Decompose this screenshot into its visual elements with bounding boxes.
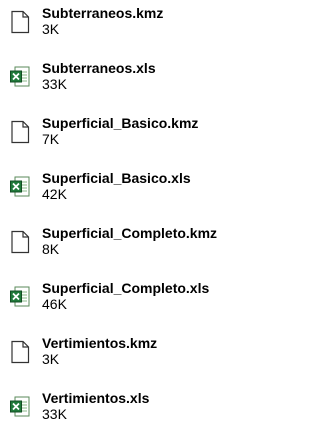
file-size: 33K — [42, 406, 67, 422]
file-size: 42K — [42, 186, 67, 202]
file-item-subterraneos-xls[interactable]: Subterraneos.xls 33K — [0, 55, 272, 105]
file-name: Vertimientos.kmz — [42, 335, 158, 351]
file-item-superficial-basico-xls[interactable]: Superficial_Basico.xls 42K — [0, 165, 272, 215]
file-name: Subterraneos.kmz — [42, 5, 164, 21]
file-name: Superficial_Basico.xls — [42, 170, 191, 186]
file-name: Superficial_Completo.xls — [42, 280, 210, 296]
generic-file-icon — [9, 120, 31, 144]
file-size: 46K — [42, 296, 67, 312]
generic-file-icon — [9, 340, 31, 364]
file-size: 7K — [42, 131, 60, 147]
generic-file-icon — [9, 230, 31, 254]
file-item-superficial-basico-kmz[interactable]: Superficial_Basico.kmz 7K — [0, 110, 272, 160]
file-name: Subterraneos.xls — [42, 60, 156, 76]
file-name: Superficial_Basico.kmz — [42, 115, 199, 131]
file-item-vertimientos-xls[interactable]: Vertimientos.xls 33K — [0, 385, 272, 435]
excel-file-icon — [9, 395, 31, 419]
file-name: Vertimientos.xls — [42, 390, 150, 406]
file-size: 3K — [42, 21, 60, 37]
generic-file-icon — [9, 10, 31, 34]
file-size: 8K — [42, 241, 60, 257]
file-item-superficial-completo-xls[interactable]: Superficial_Completo.xls 46K — [0, 275, 272, 325]
file-item-superficial-completo-kmz[interactable]: Superficial_Completo.kmz 8K — [0, 220, 272, 270]
file-size: 3K — [42, 351, 60, 367]
file-item-vertimientos-kmz[interactable]: Vertimientos.kmz 3K — [0, 330, 272, 380]
file-name: Superficial_Completo.kmz — [42, 225, 218, 241]
file-size: 33K — [42, 76, 67, 92]
file-item-subterraneos-kmz[interactable]: Subterraneos.kmz 3K — [0, 0, 272, 50]
excel-file-icon — [9, 175, 31, 199]
excel-file-icon — [9, 65, 31, 89]
excel-file-icon — [9, 285, 31, 309]
